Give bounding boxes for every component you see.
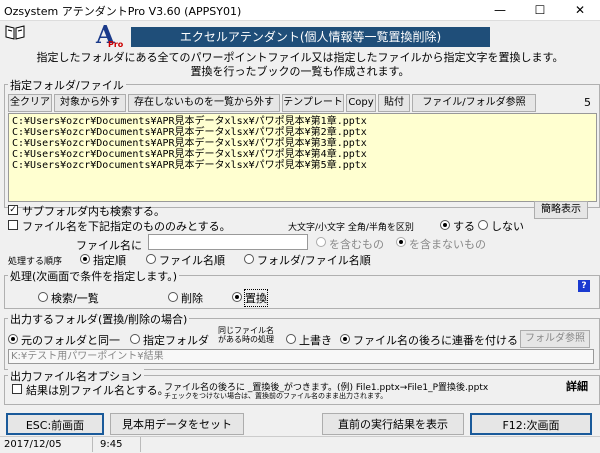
include-radio[interactable]: [316, 237, 326, 247]
set-sample-data-button[interactable]: 見本用データをセット: [110, 413, 244, 435]
subfolder-label: サブフォルダ内も検索する。: [22, 205, 165, 218]
f12-next-button[interactable]: F12:次画面: [470, 413, 592, 435]
separate-filename-label: 結果は別ファイル名とする。: [26, 384, 169, 397]
status-bar: 2017/12/05 9:45: [0, 436, 600, 453]
detail-link[interactable]: 詳細: [566, 378, 588, 394]
order-label: 処理する順序: [8, 257, 63, 267]
browse-file-folder-button[interactable]: ファイル/フォルダ参照: [412, 94, 536, 112]
remove-missing-button[interactable]: 存在しないものを一覧から外す: [128, 94, 280, 112]
filename-only-checkbox[interactable]: [8, 220, 18, 230]
output-specified-radio[interactable]: [130, 334, 140, 344]
separate-filename-checkbox[interactable]: [12, 384, 22, 394]
case-label: 大文字/小文字 全角/半角を区別: [288, 223, 414, 233]
overwrite-radio[interactable]: [286, 334, 296, 344]
close-button[interactable]: ✕: [560, 0, 600, 20]
include-label: を含むもの: [329, 238, 384, 251]
same-name-label: 同じファイル名 がある時の処理: [218, 326, 274, 344]
process-replace-radio[interactable]: [232, 292, 242, 302]
app-logo: A Pro: [94, 20, 124, 52]
append-number-radio[interactable]: [340, 334, 350, 344]
order-filename-label: ファイル名順: [159, 254, 225, 267]
output-path-input[interactable]: K:¥テスト用パワーポイント¥結果: [8, 349, 594, 364]
filename-note-2: チェックをつけない場合は、置換前のファイル名のまま出力されます。: [164, 392, 388, 400]
copy-button[interactable]: Copy: [346, 94, 376, 112]
template-button[interactable]: テンプレート: [282, 94, 344, 112]
logo-sub: Pro: [108, 40, 124, 49]
order-filename-radio[interactable]: [146, 254, 156, 264]
case-yes-label: する: [453, 220, 475, 233]
book-icon: [5, 24, 25, 40]
order-folder-label: フォルダ/ファイル名順: [257, 254, 371, 267]
order-specified-label: 指定順: [93, 254, 126, 267]
status-time: 9:45: [100, 439, 123, 450]
folder-file-legend: 指定フォルダ/ファイル: [8, 77, 126, 93]
simple-view-button[interactable]: 簡略表示: [534, 201, 588, 219]
filename-input[interactable]: [148, 234, 308, 250]
list-item[interactable]: C:¥Users¥ozcr¥Documents¥APR見本データxlsx¥パワポ…: [12, 116, 593, 127]
output-same-radio[interactable]: [8, 334, 18, 344]
list-item[interactable]: C:¥Users¥ozcr¥Documents¥APR見本データxlsx¥パワポ…: [12, 160, 593, 171]
window-title: Ozsystem アテンダントPro V3.60 (APPSY01): [4, 5, 242, 18]
status-divider: [140, 437, 141, 452]
list-item[interactable]: C:¥Users¥ozcr¥Documents¥APR見本データxlsx¥パワポ…: [12, 149, 593, 160]
append-number-label: ファイル名の後ろに連番を付ける: [353, 334, 518, 347]
maximize-button[interactable]: ☐: [520, 0, 560, 20]
paste-button[interactable]: 貼付: [378, 94, 410, 112]
case-no-radio[interactable]: [478, 220, 488, 230]
order-specified-radio[interactable]: [80, 254, 90, 264]
show-last-result-button[interactable]: 直前の実行結果を表示: [322, 413, 464, 435]
exclude-label: を含まないもの: [409, 238, 486, 251]
order-folder-radio[interactable]: [244, 254, 254, 264]
file-count: 5: [584, 96, 591, 109]
status-divider: [92, 437, 93, 452]
exclude-radio[interactable]: [396, 237, 406, 247]
output-same-label: 元のフォルダと同一: [21, 334, 120, 347]
process-legend: 処理(次画面で条件を指定します。): [8, 268, 179, 284]
clear-all-button[interactable]: 全クリア: [8, 94, 52, 112]
title-bar: Ozsystem アテンダントPro V3.60 (APPSY01) — ☐ ✕: [0, 0, 600, 21]
overwrite-label: 上書き: [299, 334, 332, 347]
help-icon[interactable]: ?: [578, 280, 590, 292]
process-search-label: 検索/一覧: [51, 292, 99, 305]
app-banner: エクセルアテンダント(個人情報等一覧置換削除): [131, 27, 490, 47]
process-delete-radio[interactable]: [168, 292, 178, 302]
case-no-label: しない: [491, 220, 524, 233]
list-item[interactable]: C:¥Users¥ozcr¥Documents¥APR見本データxlsx¥パワポ…: [12, 127, 593, 138]
filename-only-label: ファイル名を下記指定のもののみとする。: [22, 220, 231, 233]
process-replace-label: 置換: [244, 289, 268, 307]
process-search-radio[interactable]: [38, 292, 48, 302]
process-delete-label: 削除: [181, 292, 203, 305]
subfolder-checkbox[interactable]: ✓: [8, 205, 18, 215]
list-item[interactable]: C:¥Users¥ozcr¥Documents¥APR見本データxlsx¥パワポ…: [12, 138, 593, 149]
filename-label: ファイル名に: [76, 239, 142, 252]
minimize-button[interactable]: —: [480, 0, 520, 20]
output-folder-legend: 出力するフォルダ(置換/削除の場合): [8, 311, 190, 327]
folder-browse-button[interactable]: フォルダ参照: [520, 330, 590, 348]
status-date: 2017/12/05: [4, 439, 62, 450]
file-list[interactable]: C:¥Users¥ozcr¥Documents¥APR見本データxlsx¥パワポ…: [8, 113, 597, 202]
esc-back-button[interactable]: ESC:前画面: [6, 413, 104, 435]
case-yes-radio[interactable]: [440, 220, 450, 230]
output-specified-label: 指定フォルダ: [143, 334, 209, 347]
remove-selected-button[interactable]: 対象から外す: [54, 94, 126, 112]
